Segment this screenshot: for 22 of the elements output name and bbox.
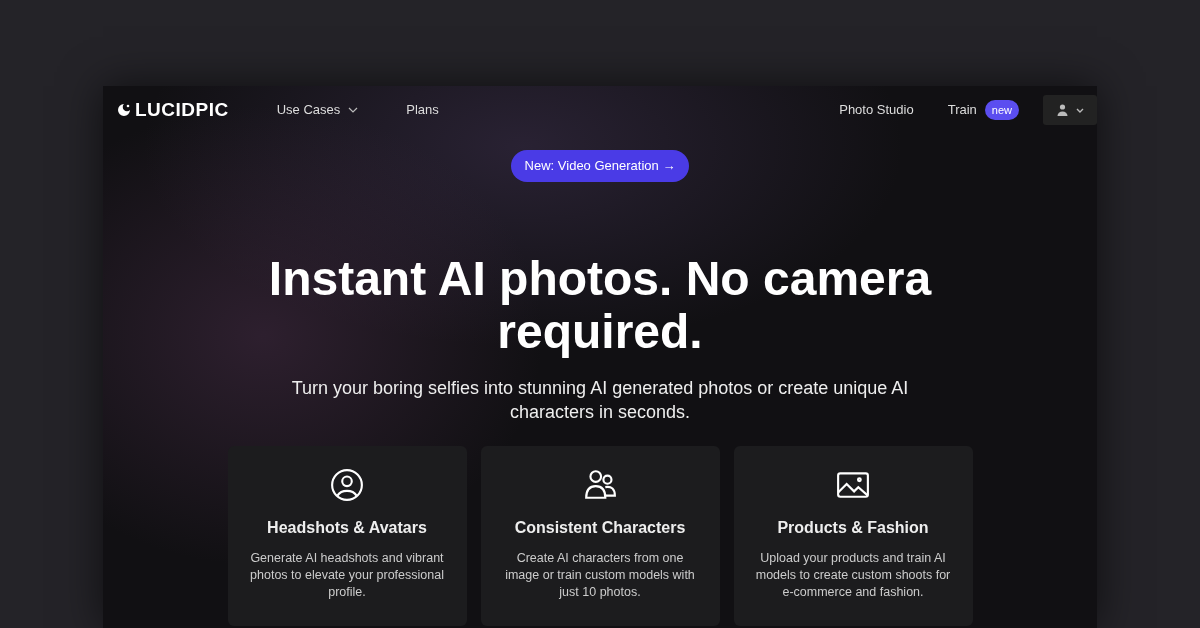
- card-description: Create AI characters from one image or train custom models with just 10 photos.: [504, 549, 696, 601]
- card-description: Upload your products and train AI models to create custom shoots for e-commerce and fashion.: [754, 549, 952, 601]
- new-badge: new: [984, 99, 1019, 121]
- nav-link[interactable]: Plans: [406, 100, 439, 120]
- nav-link[interactable]: Photo Studio: [839, 100, 914, 120]
- card-title: Consistent Characters: [513, 517, 687, 538]
- person-icon: [330, 467, 364, 502]
- card-title: Headshots & Avatars: [266, 517, 428, 538]
- chevron-down-icon: [348, 107, 359, 113]
- caret-icon: [1075, 107, 1084, 113]
- logo-icon: [117, 103, 131, 117]
- people-icon: [583, 467, 617, 502]
- user-icon: [1056, 104, 1068, 116]
- nav-link[interactable]: Train: [947, 100, 977, 120]
- hero-subtitle: Turn your boring selfies into stunning AI generated photos or create unique AI characters in seconds.: [290, 376, 910, 424]
- hero-title: Instant AI photos. No camera required.: [267, 251, 933, 358]
- logo-text[interactable]: LUCIDPIC: [135, 95, 229, 125]
- card-title: Products & Fashion: [776, 517, 930, 538]
- account-menu-button[interactable]: [1043, 95, 1097, 125]
- card-description: Generate AI headshots and vibrant photos to elevate your professional profile.: [249, 549, 445, 601]
- nav-dropdown[interactable]: Use Cases: [276, 100, 359, 120]
- announcement-button[interactable]: New: Video Generation →: [510, 150, 690, 182]
